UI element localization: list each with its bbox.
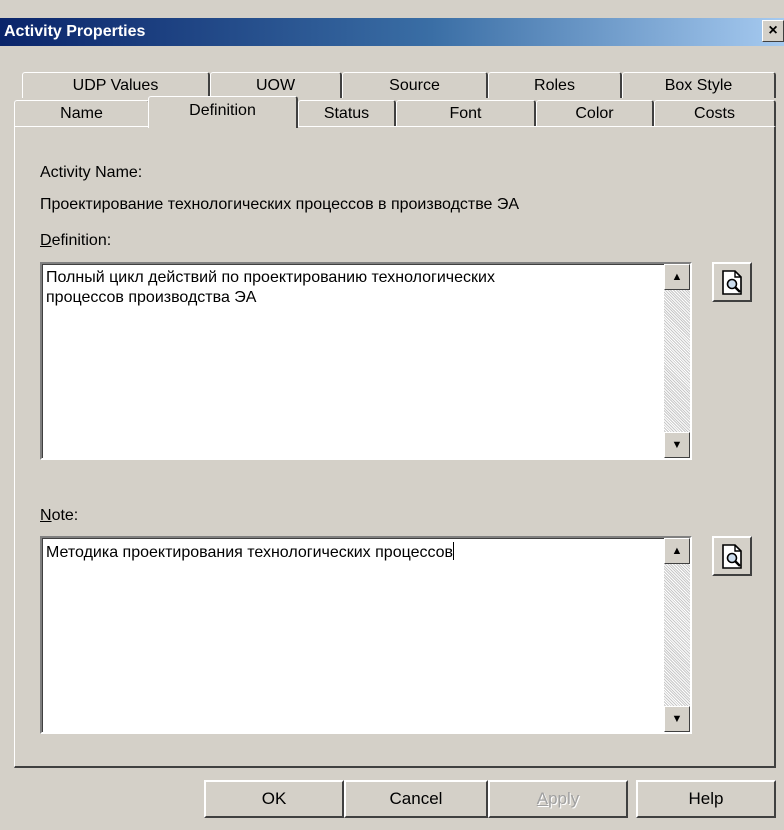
definition-preview-button[interactable] bbox=[712, 262, 752, 302]
note-scroll-up-button[interactable]: ▲ bbox=[664, 538, 690, 564]
note-text-value: Методика проектирования технологических … bbox=[46, 544, 454, 561]
note-label: Note: bbox=[40, 507, 78, 525]
window-title: Activity Properties bbox=[4, 23, 146, 40]
tab-status[interactable]: Status bbox=[298, 100, 396, 126]
tab-uow[interactable]: UOW bbox=[210, 72, 342, 98]
activity-name-label: Activity Name: bbox=[40, 164, 143, 181]
tab-definition[interactable]: Definition bbox=[148, 96, 298, 128]
cancel-button[interactable]: Cancel bbox=[344, 780, 488, 818]
note-scroll-down-button[interactable]: ▼ bbox=[664, 706, 690, 732]
activity-properties-dialog: Activity Properties × UDP Values UOW Sou… bbox=[0, 0, 784, 830]
definition-scroll-up-button[interactable]: ▲ bbox=[664, 264, 690, 290]
note-label-text: ote: bbox=[51, 507, 79, 524]
note-label-accelerator: N bbox=[40, 507, 52, 524]
apply-accelerator: A bbox=[536, 789, 549, 808]
activity-name-value: Проектирование технологических процессов… bbox=[40, 196, 520, 213]
note-textarea[interactable]: Методика проектирования технологических … bbox=[40, 536, 692, 734]
help-button[interactable]: Help bbox=[636, 780, 776, 818]
apply-label-text: pply bbox=[548, 789, 580, 808]
note-scrollbar[interactable]: ▲ ▼ bbox=[664, 538, 690, 732]
title-bar[interactable]: Activity Properties × bbox=[0, 18, 784, 46]
tab-costs[interactable]: Costs bbox=[654, 100, 776, 126]
tab-source[interactable]: Source bbox=[342, 72, 488, 98]
definition-text: Полный цикл действий по проектированию т… bbox=[46, 269, 495, 306]
tab-name[interactable]: Name bbox=[14, 100, 150, 126]
definition-textarea[interactable]: Полный цикл действий по проектированию т… bbox=[40, 262, 692, 460]
definition-scrollbar[interactable]: ▲ ▼ bbox=[664, 264, 690, 458]
definition-label-text: efinition: bbox=[51, 232, 112, 249]
tab-font[interactable]: Font bbox=[396, 100, 536, 126]
apply-button[interactable]: Apply bbox=[488, 780, 628, 818]
note-preview-button[interactable] bbox=[712, 536, 752, 576]
ok-button[interactable]: OK bbox=[204, 780, 344, 818]
close-button[interactable]: × bbox=[762, 20, 784, 42]
definition-label-accelerator: D bbox=[40, 232, 52, 249]
definition-label: Definition: bbox=[40, 232, 111, 250]
tab-box-style[interactable]: Box Style bbox=[622, 72, 776, 98]
tab-udp-values[interactable]: UDP Values bbox=[22, 72, 210, 98]
tab-roles[interactable]: Roles bbox=[488, 72, 622, 98]
tab-color[interactable]: Color bbox=[536, 100, 654, 126]
text-caret bbox=[453, 542, 455, 560]
note-text: Методика проектирования технологических … bbox=[46, 542, 660, 563]
definition-scroll-down-button[interactable]: ▼ bbox=[664, 432, 690, 458]
